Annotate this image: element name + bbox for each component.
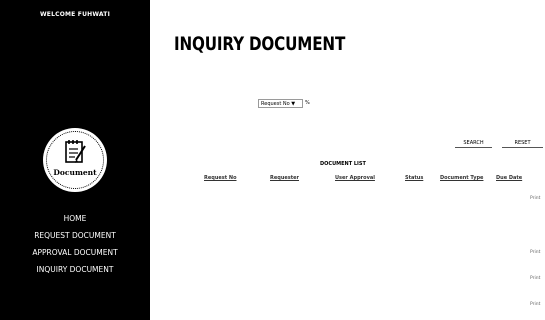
nav-inquiry-document[interactable]: INQUIRY DOCUMENT (0, 265, 150, 274)
document-logo: Document (43, 128, 107, 192)
filter-select[interactable]: Request No ▼ (258, 99, 303, 108)
column-header-user-approval[interactable]: User Approval (335, 175, 375, 181)
filter-wildcard: % (305, 100, 310, 106)
nav-home[interactable]: HOME (0, 214, 150, 223)
column-header-due-date[interactable]: Due Date (496, 175, 522, 181)
column-header-document-type[interactable]: Document Type (440, 175, 483, 181)
column-header-status[interactable]: Status (405, 175, 423, 181)
logo-text: Document (53, 168, 97, 177)
print-link[interactable]: Print (530, 302, 540, 307)
column-header-requester[interactable]: Requester (270, 175, 299, 181)
notepad-icon (65, 140, 86, 163)
chevron-down-icon: ▼ (291, 101, 296, 107)
nav-request-document[interactable]: REQUEST DOCUMENT (0, 231, 150, 240)
filter-select-value: Request No (261, 101, 290, 107)
nav-approval-document[interactable]: APPROVAL DOCUMENT (0, 248, 150, 257)
page-title: INQUIRY DOCUMENT (174, 34, 346, 55)
print-link[interactable]: Print (530, 196, 540, 201)
welcome-message: WELCOME FUHWATI (39, 11, 111, 18)
search-button[interactable]: SEARCH (455, 139, 492, 148)
sidebar: WELCOME FUHWATI Document HOME REQUEST DO… (0, 0, 150, 320)
document-list-title: DOCUMENT LIST (320, 161, 366, 167)
print-link[interactable]: Print (530, 250, 540, 255)
reset-button[interactable]: RESET (502, 139, 543, 148)
print-link[interactable]: Print (530, 276, 540, 281)
column-header-request-no[interactable]: Request No (204, 175, 237, 181)
